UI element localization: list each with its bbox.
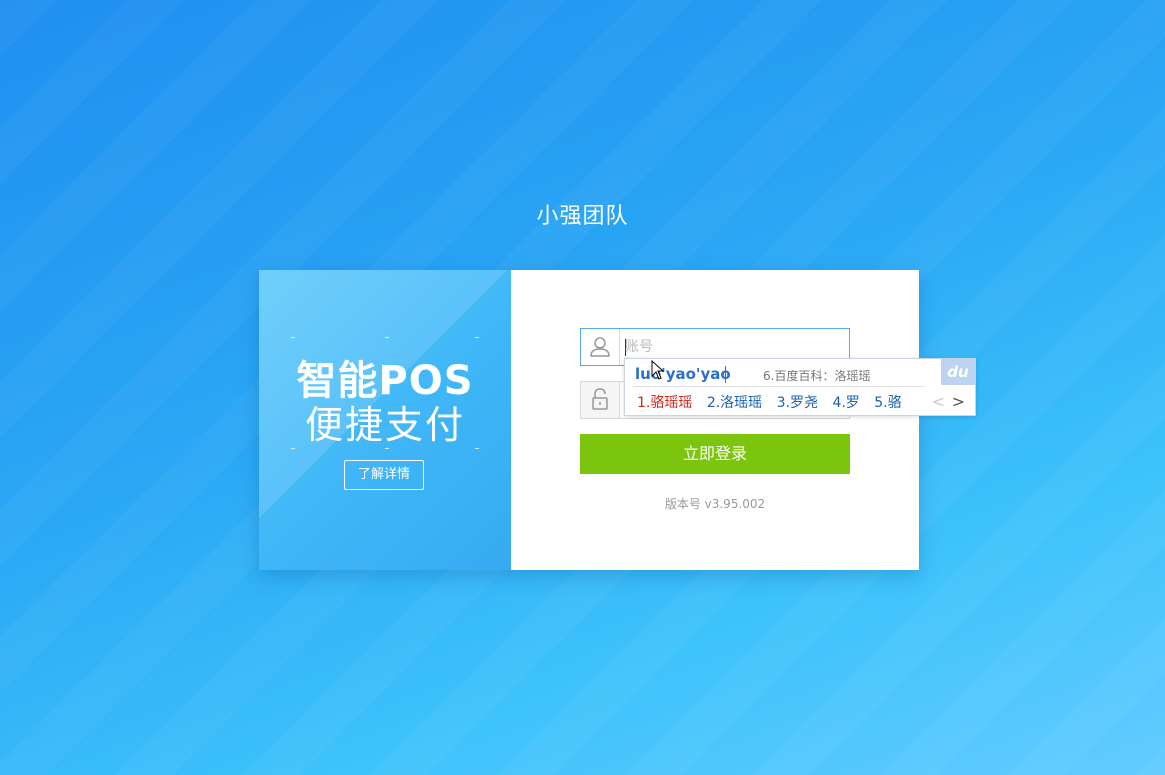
mouse-cursor-icon bbox=[651, 359, 665, 384]
login-card: 智能POS 便捷支付 了解详情 立即登 bbox=[259, 270, 919, 570]
brand-title: 小强团队 bbox=[536, 204, 629, 229]
login-form: 立即登录 版本号 v3.95.002 bbox=[511, 270, 919, 570]
ime-candidate-popup: luo'yao'yao 6.百度百科：洛瑶瑶 du 1.骆瑶瑶 2.洛瑶瑶 3.… bbox=[624, 358, 976, 416]
version-label: 版本号 v3.95.002 bbox=[664, 497, 766, 511]
user-icon bbox=[581, 329, 620, 365]
ime-candidate-list: 1.骆瑶瑶 2.洛瑶瑶 3.罗尧 4.罗 5.骆 bbox=[637, 392, 912, 412]
ime-candidate[interactable]: 3.罗尧 bbox=[777, 392, 818, 412]
baidu-ime-logo: du bbox=[941, 359, 975, 385]
ime-caret bbox=[725, 366, 726, 383]
ime-next-page-icon[interactable]: > bbox=[952, 392, 965, 411]
account-input[interactable] bbox=[625, 335, 835, 359]
ime-candidate[interactable]: 2.洛瑶瑶 bbox=[707, 392, 762, 412]
ime-candidate[interactable]: 1.骆瑶瑶 bbox=[637, 392, 692, 412]
ime-candidate[interactable]: 5.骆 bbox=[874, 392, 901, 412]
promo-panel: 智能POS 便捷支付 了解详情 bbox=[259, 270, 511, 570]
login-button[interactable]: 立即登录 bbox=[580, 434, 850, 474]
ime-prev-page-icon[interactable]: < bbox=[932, 392, 945, 411]
ime-composition: luo'yao'yao 6.百度百科：洛瑶瑶 bbox=[625, 359, 925, 387]
promo-subheadline: 便捷支付 bbox=[304, 403, 465, 447]
ime-candidate[interactable]: 4.罗 bbox=[832, 392, 859, 412]
lock-icon bbox=[581, 382, 620, 418]
ime-pinyin: luo'yao'yao bbox=[635, 365, 731, 383]
ime-divider bbox=[633, 386, 925, 387]
learn-more-button[interactable]: 了解详情 bbox=[344, 460, 424, 490]
text-caret bbox=[625, 339, 626, 356]
ime-hint[interactable]: 6.百度百科：洛瑶瑶 bbox=[763, 367, 870, 384]
